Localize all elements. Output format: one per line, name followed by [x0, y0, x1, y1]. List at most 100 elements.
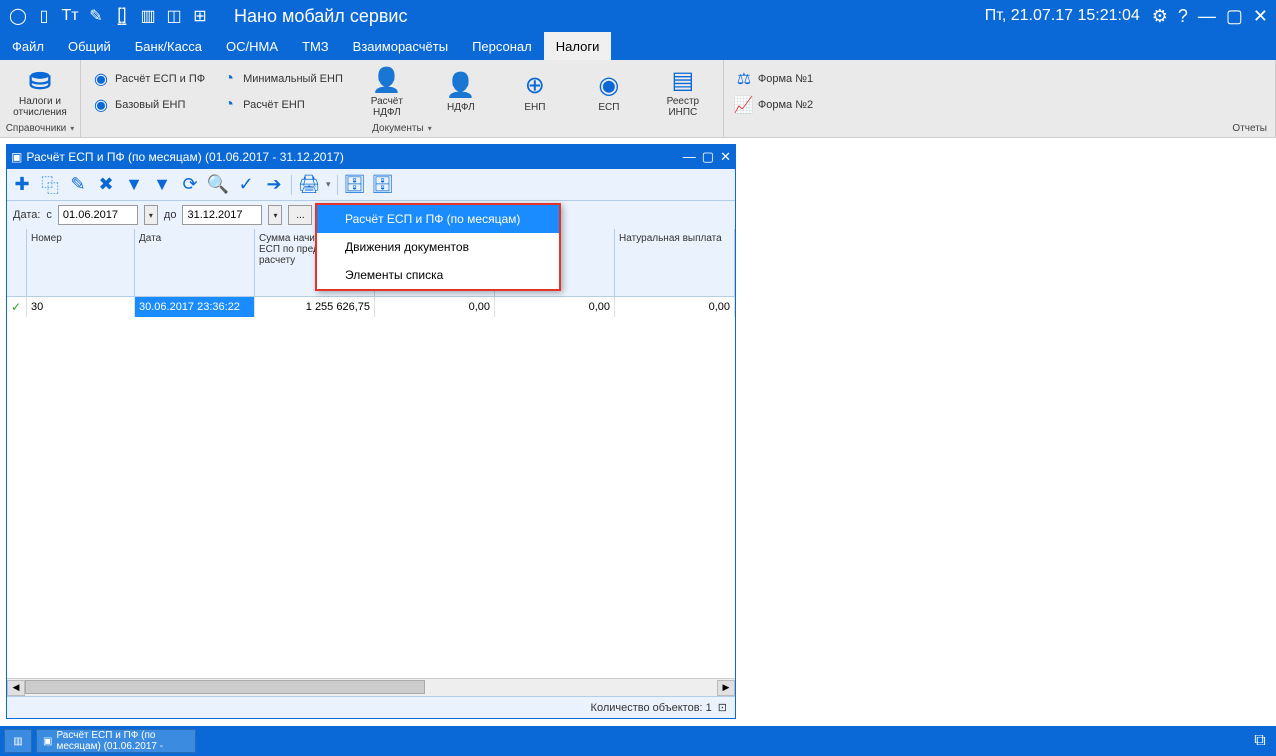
scroll-left-icon[interactable]: ◀ — [7, 680, 25, 696]
taskbar-item[interactable]: ▣ Расчёт ЕСП и ПФ (по месяцам) (01.06.20… — [36, 729, 196, 753]
delete-icon[interactable]: ✖ — [95, 174, 117, 196]
object-count-label: Количество объектов: — [591, 702, 703, 714]
col-icon[interactable] — [7, 229, 27, 296]
text-icon[interactable]: Tᴛ — [60, 6, 80, 26]
menu-tmz[interactable]: ТМЗ — [290, 32, 341, 60]
tray-windows-icon[interactable]: ⧉ — [1248, 729, 1272, 753]
add-icon[interactable]: ✚ — [11, 174, 33, 196]
scroll-thumb[interactable] — [25, 680, 425, 694]
cm-item-calc-esp[interactable]: Расчёт ЕСП и ПФ (по месяцам) — [317, 205, 559, 233]
btn-taxes-deductions[interactable]: Налоги и отчисления — [4, 63, 76, 121]
barcode-icon[interactable]: ⦋⦌ — [112, 6, 132, 26]
taskbar-item-icon: ▣ — [43, 736, 52, 747]
search-icon[interactable]: 🔍 — [207, 174, 229, 196]
cell-date: 30.06.2017 23:36:22 — [135, 297, 255, 317]
from-label: с — [46, 209, 52, 221]
table-row[interactable]: ✓ 30 30.06.2017 23:36:22 1 255 626,75 0,… — [7, 297, 735, 317]
copy-icon[interactable]: ⿻ — [39, 174, 61, 196]
grid-icon[interactable]: ⊞ — [190, 6, 210, 26]
person-icon: 👤 — [373, 66, 401, 94]
globe-icon: ◉ — [91, 95, 111, 115]
refresh-icon[interactable]: ⟳ — [179, 174, 201, 196]
btn-enp[interactable]: ⊕ЕНП — [499, 63, 571, 121]
app-title: Нано мобайл сервис — [234, 6, 407, 27]
scales-icon: ⚖ — [734, 69, 754, 89]
ribbon-label-reports[interactable]: Отчеты — [728, 122, 1271, 135]
mdi-area: ▣ Расчёт ЕСП и ПФ (по месяцам) (01.06.20… — [0, 138, 1276, 726]
scroll-track[interactable] — [25, 680, 717, 696]
btn-min-enp[interactable]: ◔Минимальный ЕНП — [213, 66, 349, 92]
horizontal-scrollbar[interactable]: ◀ ▶ — [7, 678, 735, 696]
btn-calc-ndfl[interactable]: 👤Расчёт НДФЛ — [351, 63, 423, 121]
date-to-input[interactable] — [182, 205, 262, 225]
cm-item-list-elements[interactable]: Элементы списка — [317, 261, 559, 289]
btn-inps-registry[interactable]: ▤Реестр ИНПС — [647, 63, 719, 121]
cm-item-doc-movements[interactable]: Движения документов — [317, 233, 559, 261]
menu-settlements[interactable]: Взаиморасчёты — [341, 32, 460, 60]
cell-number: 30 — [27, 297, 135, 317]
scroll-right-icon[interactable]: ▶ — [717, 680, 735, 696]
statusbar-expand-icon[interactable]: ⊡ — [718, 701, 727, 714]
arrow-icon[interactable]: ➔ — [263, 174, 285, 196]
columns-icon[interactable]: ▥ — [138, 6, 158, 26]
inner-toolbar: ✚ ⿻ ✎ ✖ ▼ ▼ ⟳ 🔍 ✓ ➔ 🖨 ▾ 🗄 🗄 — [7, 169, 735, 201]
date-to-dropdown[interactable]: ▾ — [268, 205, 282, 225]
close-icon[interactable]: ✕ — [1253, 6, 1268, 27]
cell-sum3: 0,00 — [495, 297, 615, 317]
btn-form-2[interactable]: 📈Форма №2 — [728, 92, 819, 118]
date-from-dropdown[interactable]: ▾ — [144, 205, 158, 225]
cell-sum4: 0,00 — [615, 297, 735, 317]
minimize-icon[interactable]: — — [1198, 6, 1216, 27]
menu-personnel[interactable]: Персонал — [460, 32, 544, 60]
cell-sum1: 1 255 626,75 — [255, 297, 375, 317]
inner-minimize-icon[interactable]: — — [683, 149, 696, 165]
doc-icon[interactable]: ▯ — [34, 6, 54, 26]
pencil-icon[interactable]: ✎ — [86, 6, 106, 26]
taskbar-start[interactable]: ▥ — [4, 729, 32, 753]
inner-maximize-icon[interactable]: ▢ — [702, 149, 714, 165]
menu-common[interactable]: Общий — [56, 32, 123, 60]
gear-icon[interactable]: ⚙ — [1152, 6, 1168, 27]
print-icon[interactable]: 🖨 — [298, 174, 320, 196]
help-icon[interactable]: ? — [1178, 6, 1188, 27]
col-sum4[interactable]: Натуральная выплата — [615, 229, 735, 296]
object-count-value: 1 — [706, 702, 712, 714]
maximize-icon[interactable]: ▢ — [1226, 6, 1243, 27]
inner-close-icon[interactable]: ✕ — [720, 149, 731, 165]
date-from-input[interactable] — [58, 205, 138, 225]
window-icon: ▣ — [11, 150, 22, 164]
datetime-display: Пт, 21.07.17 15:21:04 — [985, 7, 1140, 25]
ribbon-section-refs: Налоги и отчисления Справочники — [0, 60, 81, 137]
book-icon[interactable]: ◫ — [164, 6, 184, 26]
check-icon[interactable]: ✓ — [235, 174, 257, 196]
col-date[interactable]: Дата — [135, 229, 255, 296]
btn-base-enp[interactable]: ◉Базовый ЕНП — [85, 92, 211, 118]
pie-icon: ◔ — [219, 69, 239, 89]
filter2-icon[interactable]: ▼ — [151, 174, 173, 196]
ribbon-toolbar: Налоги и отчисления Справочники ◉Расчёт … — [0, 60, 1276, 138]
col-number[interactable]: Номер — [27, 229, 135, 296]
btn-esp[interactable]: ◉ЕСП — [573, 63, 645, 121]
db-icon[interactable]: 🗄 — [344, 174, 366, 196]
ribbon-label-refs[interactable]: Справочники — [4, 122, 76, 135]
menu-bank[interactable]: Банк/Касса — [123, 32, 214, 60]
pie-icon: ◔ — [219, 95, 239, 115]
more-button[interactable]: ... — [288, 205, 312, 225]
doc-check-icon: ✓ — [11, 300, 21, 314]
app-logo-icon: ◯ — [8, 6, 28, 26]
menu-assets[interactable]: ОС/НМА — [214, 32, 290, 60]
context-menu: Расчёт ЕСП и ПФ (по месяцам) Движения до… — [315, 203, 561, 291]
db2-icon[interactable]: 🗄 — [372, 174, 394, 196]
menu-file[interactable]: Файл — [0, 32, 56, 60]
edit-icon[interactable]: ✎ — [67, 174, 89, 196]
menu-taxes[interactable]: Налоги — [544, 32, 612, 60]
inner-titlebar[interactable]: ▣ Расчёт ЕСП и ПФ (по месяцам) (01.06.20… — [7, 145, 735, 169]
btn-calc-enp[interactable]: ◔Расчёт ЕНП — [213, 92, 349, 118]
btn-ndfl[interactable]: 👤НДФЛ — [425, 63, 497, 121]
btn-calc-esp-pf[interactable]: ◉Расчёт ЕСП и ПФ — [85, 66, 211, 92]
ribbon-label-docs[interactable]: Документы — [85, 122, 719, 135]
app-titlebar: ◯ ▯ Tᴛ ✎ ⦋⦌ ▥ ◫ ⊞ Нано мобайл сервис Пт,… — [0, 0, 1276, 32]
filter-icon[interactable]: ▼ — [123, 174, 145, 196]
globe-icon: ◉ — [91, 69, 111, 89]
btn-form-1[interactable]: ⚖Форма №1 — [728, 66, 819, 92]
